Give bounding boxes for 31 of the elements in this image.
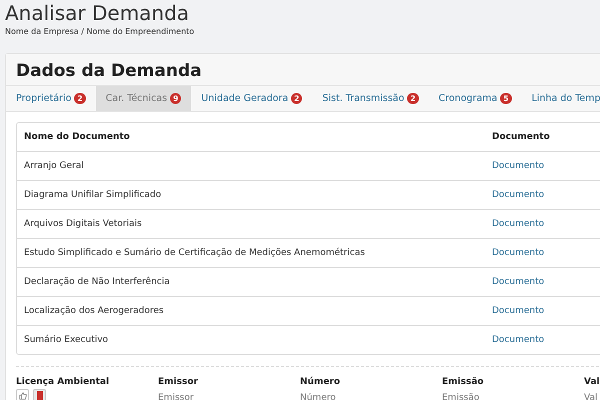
breadcrumb: Nome da Empresa / Nome do Empreendimento <box>5 27 196 36</box>
document-link[interactable]: Documento <box>492 161 600 171</box>
document-link[interactable]: Documento <box>492 277 600 287</box>
input-field[interactable]: Val <box>584 393 600 400</box>
table-cell-text: Estudo Simplificado e Sumário de Certificação de Medições Anemométricas <box>24 248 366 258</box>
table-cell-text: Declaração de Não Interferência <box>24 277 171 287</box>
column-header: Documento <box>492 132 551 142</box>
document-link[interactable]: Documento <box>492 219 600 229</box>
column-header: Número <box>300 377 342 387</box>
thumbs-up-button[interactable] <box>16 389 29 400</box>
input-field[interactable]: Número <box>300 393 420 400</box>
column-header: Emissor <box>158 377 199 387</box>
document-link[interactable]: Documento <box>492 306 600 316</box>
table-cell-text: Sumário Executivo <box>24 335 110 345</box>
page-title: Analisar Demanda <box>5 0 190 26</box>
table-cell-text: Localização dos Aerogeradores <box>24 306 165 316</box>
column-header: Emissão <box>442 377 485 387</box>
document-link[interactable]: Documento <box>492 190 600 200</box>
table-cell-text: Arquivos Digitais Vetoriais <box>24 219 143 229</box>
document-link[interactable]: Documento <box>492 335 600 345</box>
panel-title: Dados da Demanda <box>16 60 203 83</box>
column-header: Licença Ambiental <box>16 377 110 387</box>
column-header: Val <box>584 377 600 387</box>
document-link[interactable]: Documento <box>492 248 600 258</box>
thumbs-up-icon <box>18 392 26 400</box>
tab[interactable]: Linha do Temp <box>522 86 600 111</box>
input-field[interactable]: Emissor <box>158 393 278 400</box>
input-field[interactable]: Emissão <box>442 393 562 400</box>
table-cell-text: Diagrama Unifilar Simplificado <box>24 190 162 200</box>
column-header: Nome do Documento <box>24 132 131 142</box>
table-cell-text: Arranjo Geral <box>24 161 85 171</box>
